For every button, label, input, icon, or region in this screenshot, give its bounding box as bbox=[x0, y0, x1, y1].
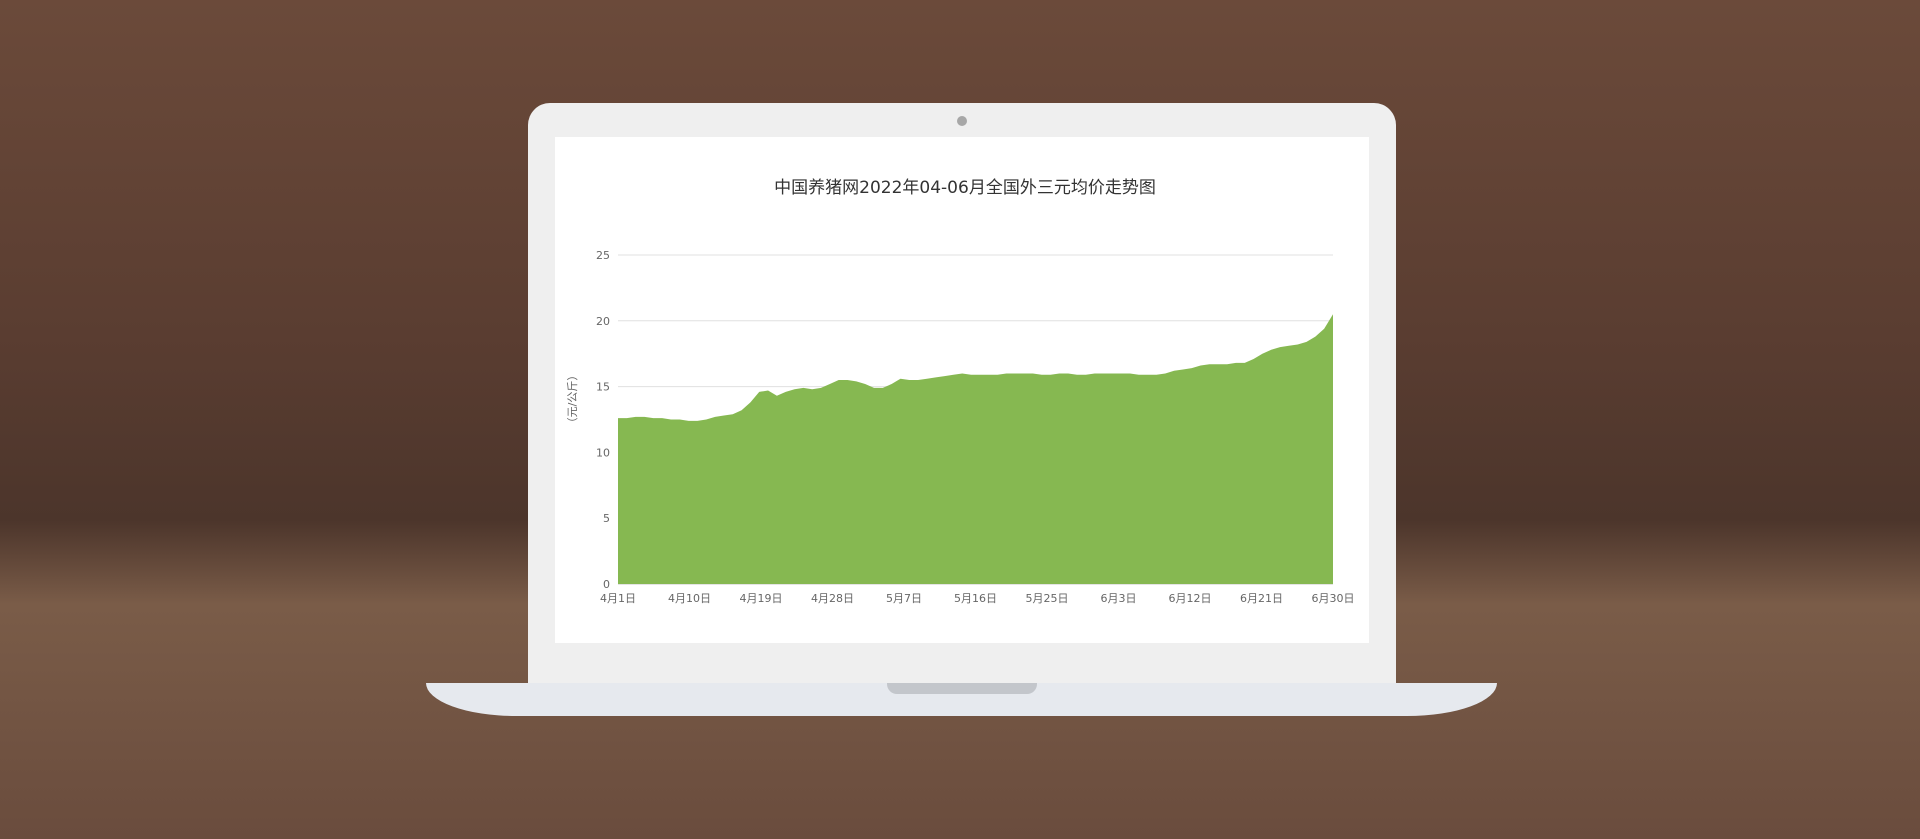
y-tick-label: 10 bbox=[596, 446, 610, 459]
camera-icon bbox=[957, 116, 967, 126]
y-tick-label: 5 bbox=[603, 512, 610, 525]
price-area bbox=[618, 314, 1333, 584]
chart-title: 中国养猪网2022年04-06月全国外三元均价走势图 bbox=[774, 178, 1156, 198]
x-tick-label: 4月28日 bbox=[811, 592, 854, 605]
x-tick-label: 5月16日 bbox=[954, 592, 997, 605]
x-tick-label: 5月7日 bbox=[886, 592, 922, 605]
x-tick-label: 4月10日 bbox=[668, 592, 711, 605]
area-series bbox=[618, 314, 1333, 584]
x-tick-label: 4月1日 bbox=[600, 592, 636, 605]
x-tick-label: 6月21日 bbox=[1240, 592, 1283, 605]
x-tick-label: 6月12日 bbox=[1169, 592, 1212, 605]
y-axis-ticks: 0 5 10 15 20 25 bbox=[596, 249, 610, 591]
y-tick-label: 20 bbox=[596, 315, 610, 328]
y-tick-label: 0 bbox=[603, 578, 610, 591]
laptop-notch bbox=[887, 683, 1037, 694]
x-tick-label: 4月19日 bbox=[740, 592, 783, 605]
y-tick-label: 25 bbox=[596, 249, 610, 262]
y-axis-label: （元/公斤） bbox=[566, 370, 579, 429]
y-tick-label: 15 bbox=[596, 381, 610, 394]
x-tick-label: 6月30日 bbox=[1312, 592, 1355, 605]
price-trend-chart: 中国养猪网2022年04-06月全国外三元均价走势图 （元/公斤） 0 5 10 15… bbox=[566, 178, 1355, 605]
x-tick-label: 5月25日 bbox=[1026, 592, 1069, 605]
x-axis-ticks: 4月1日 4月10日 4月19日 4月28日 5月7日 5月16日 5月25日 6月3日 6月1… bbox=[600, 592, 1355, 605]
x-tick-label: 6月3日 bbox=[1101, 592, 1137, 605]
